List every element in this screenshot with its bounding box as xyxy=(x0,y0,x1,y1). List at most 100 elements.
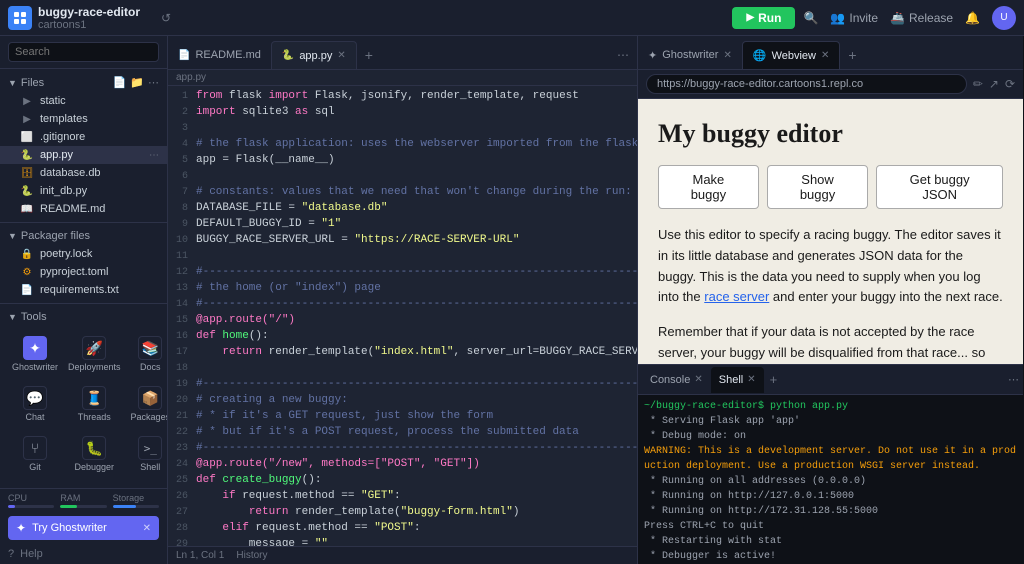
line-number: 27 xyxy=(168,506,196,518)
threads-icon: 🧵 xyxy=(82,386,106,410)
file-icon: 📖 xyxy=(20,202,34,216)
open-external-icon[interactable]: ↗ xyxy=(989,77,999,91)
sidebar-item-static[interactable]: ▶ static xyxy=(0,92,167,110)
line-content: #---------------------------------------… xyxy=(196,298,637,310)
tool-packages[interactable]: 📦 Packages xyxy=(127,380,168,428)
webview-tab-close-icon[interactable]: ✕ xyxy=(821,50,829,61)
try-ghostwriter-button[interactable]: ✦ Try Ghostwriter ✕ xyxy=(8,516,159,540)
sidebar-item-templates[interactable]: ▶ templates xyxy=(0,110,167,128)
line-content: # the flask application: uses the webser… xyxy=(196,138,637,150)
url-input[interactable] xyxy=(646,74,967,94)
show-buggy-button[interactable]: Show buggy xyxy=(767,165,869,209)
tab-apppy[interactable]: 🐍 app.py ✕ xyxy=(271,41,357,69)
webview-paragraph2: Remember that if your data is not accept… xyxy=(658,322,1003,364)
new-file-icon[interactable]: 📄 xyxy=(113,76,127,89)
tab-console[interactable]: Console ✕ xyxy=(642,367,711,393)
line-content: DATABASE_FILE = "database.db" xyxy=(196,202,637,214)
file-icon: 🗄 xyxy=(20,166,34,180)
ghostwriter-tab-close-icon[interactable]: ✕ xyxy=(723,50,731,61)
code-line: 14#-------------------------------------… xyxy=(168,298,637,314)
refresh-icon[interactable]: ⟳ xyxy=(1005,77,1015,91)
code-line: 20# creating a new buggy: xyxy=(168,394,637,410)
avatar[interactable]: U xyxy=(992,6,1016,30)
code-line: 24@app.route("/new", methods=["POST", "G… xyxy=(168,458,637,474)
ram-label: RAM xyxy=(60,493,106,503)
tab-webview[interactable]: 🌐 Webview ✕ xyxy=(742,41,841,69)
sidebar-item-requirements[interactable]: 📄 requirements.txt xyxy=(0,281,167,299)
line-number: 29 xyxy=(168,538,196,546)
editor-add-tab-button[interactable]: + xyxy=(357,41,381,69)
search-input[interactable] xyxy=(8,42,159,62)
line-number: 17 xyxy=(168,346,196,358)
code-line: 21# * if it's a GET request, just show t… xyxy=(168,410,637,426)
tool-docs[interactable]: 📚 Docs xyxy=(127,330,168,378)
tool-debugger[interactable]: 🐛 Debugger xyxy=(64,430,125,478)
right-panel: ✦ Ghostwriter ✕ 🌐 Webview ✕ + ✏ ↗ ⟳ My b… xyxy=(638,36,1023,564)
ghostwriter-label: Ghostwriter xyxy=(12,362,58,372)
get-buggy-json-button[interactable]: Get buggy JSON xyxy=(876,165,1003,209)
panel-add-tab-button[interactable]: + xyxy=(840,41,864,69)
tab-ghostwriter[interactable]: ✦ Ghostwriter ✕ xyxy=(638,41,742,69)
panel-tabs: ✦ Ghostwriter ✕ 🌐 Webview ✕ + xyxy=(638,36,1023,70)
sidebar-item-pyproject[interactable]: ⚙ pyproject.toml xyxy=(0,263,167,281)
help-button[interactable]: ? Help xyxy=(0,544,167,564)
file-icon: ⚙ xyxy=(20,265,34,279)
url-bar: ✏ ↗ ⟳ xyxy=(638,70,1023,99)
tab-shell[interactable]: Shell ✕ xyxy=(711,367,764,393)
files-section-header[interactable]: ▼ Files 📄 📁 ⋯ xyxy=(0,73,167,92)
code-editor[interactable]: 1from flask import Flask, jsonify, rende… xyxy=(168,86,637,546)
code-line: 19#-------------------------------------… xyxy=(168,378,637,394)
console-more-icon[interactable]: ⋯ xyxy=(1008,373,1019,386)
git-icon: ⑂ xyxy=(23,436,47,460)
status-bar: Ln 1, Col 1 History xyxy=(168,546,637,564)
race-server-link[interactable]: race server xyxy=(704,289,769,304)
tool-git[interactable]: ⑂ Git xyxy=(8,430,62,478)
new-folder-icon[interactable]: 📁 xyxy=(130,76,144,89)
sidebar-item-db[interactable]: 🗄 database.db xyxy=(0,164,167,182)
files-section-icons: 📄 📁 ⋯ xyxy=(113,76,159,89)
sidebar-item-apppy[interactable]: 🐍 app.py ⋯ xyxy=(0,146,167,164)
sidebar-item-gitignore[interactable]: ⬜ .gitignore xyxy=(0,128,167,146)
code-line: 2import sqlite3 as sql xyxy=(168,106,637,122)
console-tab-close-icon[interactable]: ✕ xyxy=(694,374,702,385)
tools-section-header[interactable]: ▼ Tools xyxy=(0,308,167,326)
sidebar-item-readme[interactable]: 📖 README.md xyxy=(0,200,167,218)
ram-resource: RAM xyxy=(60,493,106,508)
ghostwriter-close-icon[interactable]: ✕ xyxy=(143,523,151,534)
console-line: * Running on http://172.31.128.55:5000 xyxy=(644,504,1017,519)
tab-readme[interactable]: 📄 README.md xyxy=(168,41,271,69)
tool-chat[interactable]: 💬 Chat xyxy=(8,380,62,428)
item-more-icon[interactable]: ⋯ xyxy=(149,150,159,161)
console-line: * Running on all addresses (0.0.0.0) xyxy=(644,474,1017,489)
sidebar-item-initdb[interactable]: 🐍 init_db.py xyxy=(0,182,167,200)
packager-section-header[interactable]: ▼ Packager files xyxy=(0,227,167,245)
sidebar-item-poetry[interactable]: 🔒 poetry.lock xyxy=(0,245,167,263)
tool-threads[interactable]: 🧵 Threads xyxy=(64,380,125,428)
app-title: buggy-race-editor xyxy=(38,5,140,19)
docs-icon: 📚 xyxy=(138,336,162,360)
tool-shell[interactable]: >_ Shell xyxy=(127,430,168,478)
chat-label: Chat xyxy=(26,412,45,422)
history-icon[interactable]: ↺ xyxy=(156,8,176,28)
invite-button[interactable]: 👥 Invite xyxy=(830,11,878,25)
console-add-tab-button[interactable]: + xyxy=(764,372,784,387)
breadcrumb-text: app.py xyxy=(176,72,206,83)
shell-tab-close-icon[interactable]: ✕ xyxy=(747,374,755,385)
make-buggy-button[interactable]: Make buggy xyxy=(658,165,759,209)
edit-url-icon[interactable]: ✏ xyxy=(973,77,983,91)
line-number: 9 xyxy=(168,218,196,230)
readme-tab-label: README.md xyxy=(195,49,260,61)
console-content[interactable]: ~/buggy-race-editor$ python app.py * Ser… xyxy=(638,395,1023,564)
console-line: * Restarting with stat xyxy=(644,534,1017,549)
search-icon[interactable]: 🔍 xyxy=(803,11,818,25)
run-button[interactable]: Run xyxy=(732,7,795,29)
tool-ghostwriter[interactable]: ✦ Ghostwriter xyxy=(8,330,62,378)
code-line: 7# constants: values that we need that w… xyxy=(168,186,637,202)
release-button[interactable]: 🚢 Release xyxy=(890,11,953,25)
ghostwriter-cta-label: Try Ghostwriter xyxy=(32,522,107,534)
editor-tabs-more-icon[interactable]: ⋯ xyxy=(609,41,637,69)
tool-deployments[interactable]: 🚀 Deployments xyxy=(64,330,125,378)
files-more-icon[interactable]: ⋯ xyxy=(148,76,159,89)
apppy-tab-close-icon[interactable]: ✕ xyxy=(337,50,345,61)
bell-icon[interactable]: 🔔 xyxy=(965,11,980,25)
